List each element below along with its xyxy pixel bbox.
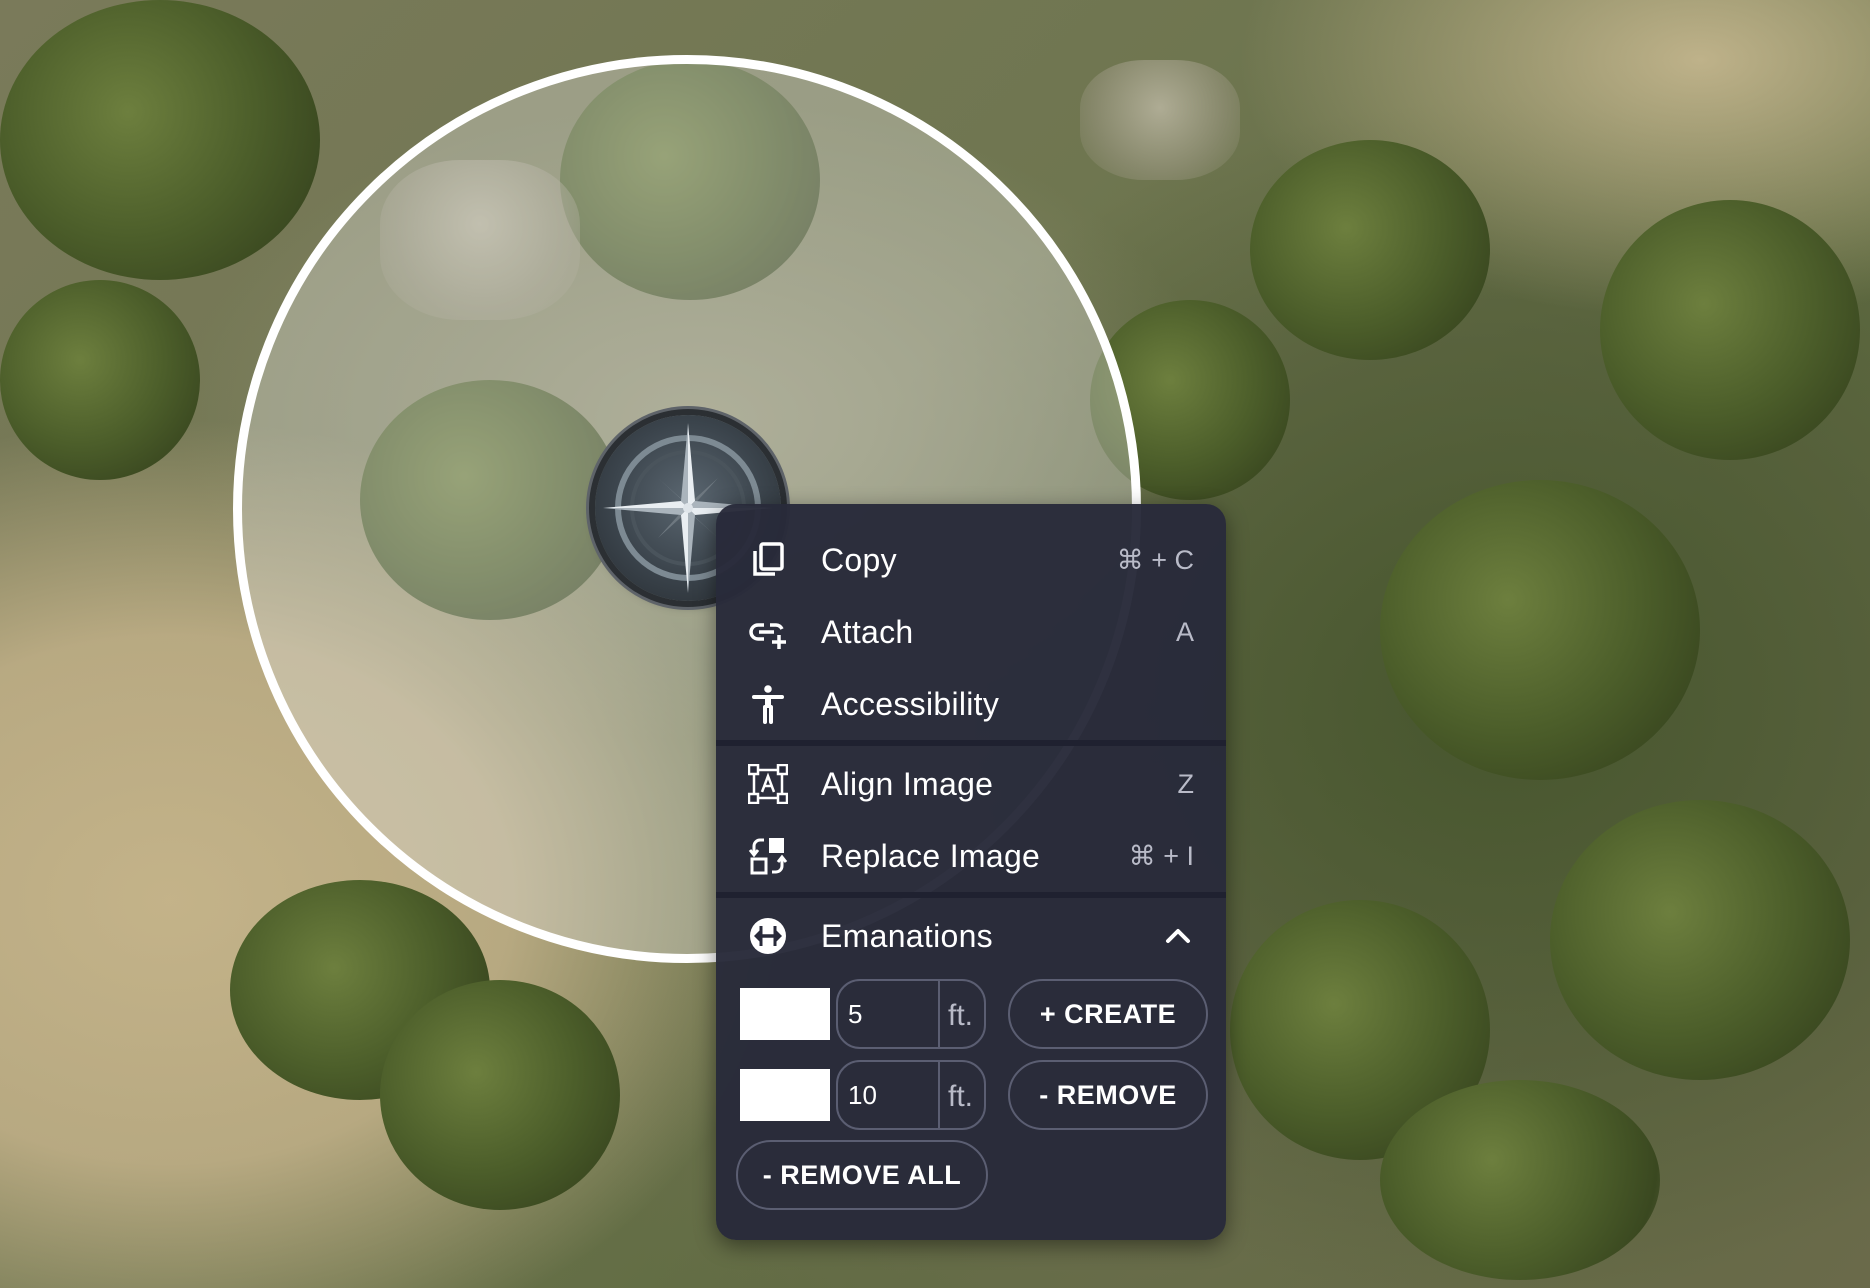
menu-item-label: Accessibility bbox=[821, 686, 1000, 722]
align-image-icon bbox=[748, 764, 788, 804]
tree bbox=[1250, 140, 1490, 360]
menu-item-align-image[interactable]: Align Image Z bbox=[716, 748, 1226, 820]
remove-emanation-button[interactable]: - REMOVE bbox=[1008, 1060, 1208, 1130]
tree bbox=[0, 0, 320, 280]
replace-image-icon bbox=[748, 838, 788, 875]
tree bbox=[1380, 1080, 1660, 1280]
tree bbox=[1380, 480, 1700, 780]
menu-item-label: Emanations bbox=[821, 918, 993, 954]
menu-item-replace-image[interactable]: Replace Image ⌘ + I bbox=[716, 820, 1226, 892]
map-scene: Copy ⌘ + C Attach A Accessibility Align … bbox=[0, 0, 1870, 1288]
attach-icon bbox=[749, 623, 786, 649]
menu-item-attach[interactable]: Attach A bbox=[716, 596, 1226, 668]
menu-item-label: Replace Image bbox=[821, 838, 1041, 874]
menu-item-emanations[interactable]: Emanations bbox=[716, 900, 1226, 972]
menu-item-label: Attach bbox=[821, 614, 914, 650]
emanation-size-unit: ft. bbox=[948, 1080, 974, 1113]
copy-icon bbox=[753, 542, 784, 576]
tree bbox=[1600, 200, 1860, 460]
tree bbox=[1550, 800, 1850, 1080]
menu-divider bbox=[716, 740, 1226, 746]
menu-item-label: Align Image bbox=[821, 766, 994, 802]
menu-item-accessibility[interactable]: Accessibility bbox=[716, 668, 1226, 740]
tree bbox=[0, 280, 200, 480]
emanation-size-field[interactable]: 10 ft. bbox=[836, 1060, 986, 1130]
menu-divider bbox=[716, 892, 1226, 898]
emanation-size-value[interactable]: 5 bbox=[848, 981, 862, 1047]
emanation-size-field[interactable]: 5 ft. bbox=[836, 979, 986, 1049]
field-separator bbox=[938, 981, 940, 1047]
tree bbox=[380, 980, 620, 1210]
create-emanation-button[interactable]: + CREATE bbox=[1008, 979, 1208, 1049]
emanations-icon bbox=[750, 918, 786, 954]
menu-item-label: Copy bbox=[821, 542, 897, 578]
menu-item-shortcut: ⌘ + I bbox=[1128, 841, 1194, 871]
accessibility-icon bbox=[752, 685, 784, 724]
chevron-up-icon[interactable] bbox=[1162, 920, 1194, 952]
field-separator bbox=[938, 1062, 940, 1128]
emanation-size-value[interactable]: 10 bbox=[848, 1062, 877, 1128]
emanation-size-unit: ft. bbox=[948, 999, 974, 1032]
context-menu: Copy ⌘ + C Attach A Accessibility Align … bbox=[716, 504, 1226, 1240]
menu-item-shortcut: Z bbox=[1177, 769, 1195, 799]
remove-all-emanations-button[interactable]: - REMOVE ALL bbox=[736, 1140, 988, 1210]
emanation-color-swatch[interactable] bbox=[740, 1069, 830, 1121]
rock bbox=[1080, 60, 1240, 180]
menu-item-shortcut: ⌘ + C bbox=[1116, 545, 1194, 575]
menu-item-shortcut: A bbox=[1175, 617, 1194, 647]
menu-item-copy[interactable]: Copy ⌘ + C bbox=[716, 524, 1226, 596]
emanation-color-swatch[interactable] bbox=[740, 988, 830, 1040]
